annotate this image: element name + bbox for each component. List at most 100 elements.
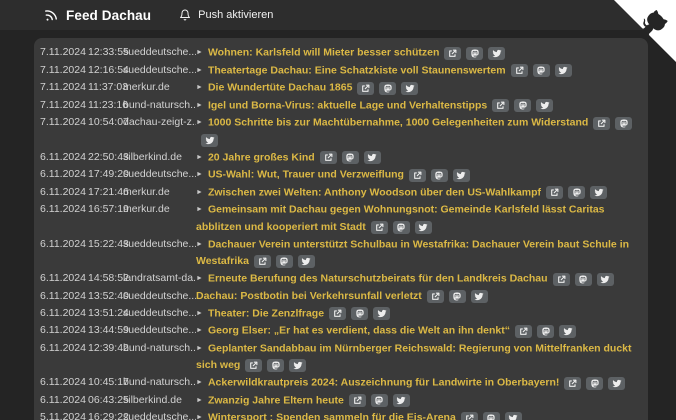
item-title-link[interactable]: Wohnen: Karlsfeld will Mieter besser sch… [208, 47, 439, 59]
item-title-cell: Dachau: Postbotin bei Verkehrsunfall ver… [196, 288, 638, 305]
expand-marker-icon[interactable]: ► [196, 119, 203, 126]
mastodon-share-button[interactable] [341, 151, 359, 164]
item-title-link[interactable]: US-Wahl: Wut, Trauer und Verzweiflung [208, 169, 404, 181]
mastodon-share-button[interactable] [430, 168, 448, 182]
mastodon-share-button[interactable] [586, 376, 604, 390]
expand-marker-icon[interactable]: ► [196, 414, 203, 420]
expand-marker-icon[interactable]: ► [196, 206, 203, 213]
expand-marker-icon[interactable]: ► [196, 345, 203, 352]
push-activate-button[interactable]: Push aktivieren [179, 9, 273, 21]
external-link-button[interactable] [564, 376, 582, 390]
mastodon-share-button[interactable] [275, 255, 293, 268]
expand-marker-icon[interactable]: ► [196, 49, 203, 56]
external-link-button[interactable] [426, 289, 444, 303]
expand-marker-icon[interactable]: ► [196, 102, 203, 109]
external-link-button[interactable] [593, 116, 611, 130]
item-title-link[interactable]: Zwischen zwei Welten: Anthony Woodson üb… [208, 186, 541, 198]
item-title-link[interactable]: 1000 Schritte bis zur Machtübernahme, 10… [208, 117, 588, 129]
item-title-link[interactable]: Zwanzig Jahre Eltern heute [208, 394, 344, 406]
item-time: 15:22:43 [88, 237, 129, 250]
item-title-link[interactable]: Theatertage Dachau: Eine Schatzkiste vol… [208, 64, 506, 76]
twitter-icon [456, 171, 466, 179]
twitter-share-button[interactable] [401, 81, 419, 95]
twitter-share-button[interactable] [289, 359, 307, 372]
mastodon-share-button[interactable] [466, 46, 484, 60]
item-time: 10:54:07 [88, 116, 129, 128]
item-title-link[interactable]: Georg Elser: „Er hat es verdient, dass d… [208, 325, 510, 337]
item-title-cell: ► Die Wundertüte Dachau 1865 [196, 79, 638, 97]
feed-row: 6.11.2024 15:22:43 sueddeutsche.... ► Dachau… [40, 236, 638, 271]
mastodon-share-button[interactable] [482, 411, 500, 420]
item-title-cell: ► Georg Elser: „Er hat es verdient, dass … [196, 322, 638, 340]
twitter-share-button[interactable] [373, 307, 391, 320]
twitter-share-button[interactable] [201, 133, 218, 147]
external-link-button[interactable] [444, 46, 462, 60]
expand-marker-icon[interactable]: ► [196, 67, 203, 74]
expand-marker-icon[interactable]: ► [196, 327, 203, 334]
mastodon-share-button[interactable] [615, 116, 633, 130]
external-link-button[interactable] [319, 151, 337, 164]
twitter-share-button[interactable] [608, 376, 626, 390]
item-title-link[interactable]: Die Wundertüte Dachau 1865 [208, 82, 353, 94]
twitter-share-button[interactable] [504, 411, 522, 420]
twitter-share-button[interactable] [297, 255, 315, 268]
expand-marker-icon[interactable]: ► [196, 189, 203, 196]
expand-marker-icon[interactable]: ► [196, 84, 203, 91]
item-title-link[interactable]: 20 Jahre großes Kind [208, 151, 315, 163]
mastodon-share-button[interactable] [514, 99, 532, 112]
mastodon-icon [579, 275, 587, 283]
external-link-button[interactable] [245, 359, 263, 372]
mastodon-share-button[interactable] [267, 359, 285, 372]
expand-marker-icon[interactable]: ► [196, 397, 203, 404]
mastodon-share-button[interactable] [574, 272, 592, 286]
twitter-share-button[interactable] [452, 168, 470, 182]
external-link-button[interactable] [348, 394, 366, 407]
mastodon-share-button[interactable] [448, 289, 466, 303]
mastodon-icon [471, 49, 479, 57]
item-title-cell: ► Zwischen zwei Welten: Anthony Woodson ü… [196, 184, 638, 202]
mastodon-share-button[interactable] [392, 220, 410, 234]
item-title-link[interactable]: Theater: Die Zenzlfrage [208, 307, 324, 319]
expand-marker-icon[interactable]: ► [196, 241, 203, 248]
mastodon-share-button[interactable] [532, 64, 550, 77]
feed-row: 6.11.2024 17:49:20 sueddeutsche.... ► US-Wah… [40, 166, 638, 184]
twitter-share-button[interactable] [596, 272, 614, 286]
twitter-share-button[interactable] [488, 46, 506, 60]
item-time: 11:37:03 [88, 81, 129, 93]
expand-marker-icon[interactable]: ► [196, 379, 203, 386]
external-link-button[interactable] [510, 64, 528, 77]
twitter-share-button[interactable] [559, 324, 576, 338]
external-link-button[interactable] [329, 307, 347, 320]
mastodon-share-button[interactable] [351, 307, 369, 320]
external-link-button[interactable] [546, 186, 564, 199]
expand-marker-icon[interactable]: ► [196, 275, 203, 282]
twitter-share-button[interactable] [414, 220, 432, 234]
twitter-share-button[interactable] [536, 99, 554, 112]
item-title-link[interactable]: Wintersport : Spenden sammeln für die Ei… [208, 412, 456, 420]
external-link-button[interactable] [492, 99, 510, 112]
expand-marker-icon[interactable]: ► [196, 154, 203, 161]
github-corner-link[interactable] [614, 0, 676, 62]
item-title-link[interactable]: Dachau: Postbotin bei Verkehrsunfall ver… [196, 290, 422, 302]
item-title-link[interactable]: Ackerwildkrautpreis 2024: Auszeichnung f… [208, 377, 559, 389]
twitter-share-button[interactable] [392, 394, 410, 407]
twitter-share-button[interactable] [554, 64, 572, 77]
item-title-link[interactable]: Erneute Berufung des Naturschutzbeirats … [208, 273, 548, 285]
external-link-button[interactable] [357, 81, 375, 95]
twitter-share-button[interactable] [470, 289, 488, 303]
external-link-button[interactable] [408, 168, 426, 182]
mastodon-share-button[interactable] [370, 394, 388, 407]
item-title-link[interactable]: Igel und Borna-Virus: aktuelle Lage und … [208, 99, 487, 111]
external-link-button[interactable] [253, 255, 271, 268]
external-link-button[interactable] [552, 272, 570, 286]
twitter-share-button[interactable] [363, 151, 381, 164]
expand-marker-icon[interactable]: ► [196, 310, 203, 317]
external-link-button[interactable] [370, 220, 388, 234]
mastodon-share-button[interactable] [568, 186, 586, 199]
external-link-button[interactable] [460, 411, 478, 420]
expand-marker-icon[interactable]: ► [196, 171, 203, 178]
external-link-button[interactable] [515, 324, 532, 338]
mastodon-share-button[interactable] [537, 324, 554, 338]
mastodon-share-button[interactable] [379, 81, 397, 95]
twitter-share-button[interactable] [590, 186, 608, 199]
